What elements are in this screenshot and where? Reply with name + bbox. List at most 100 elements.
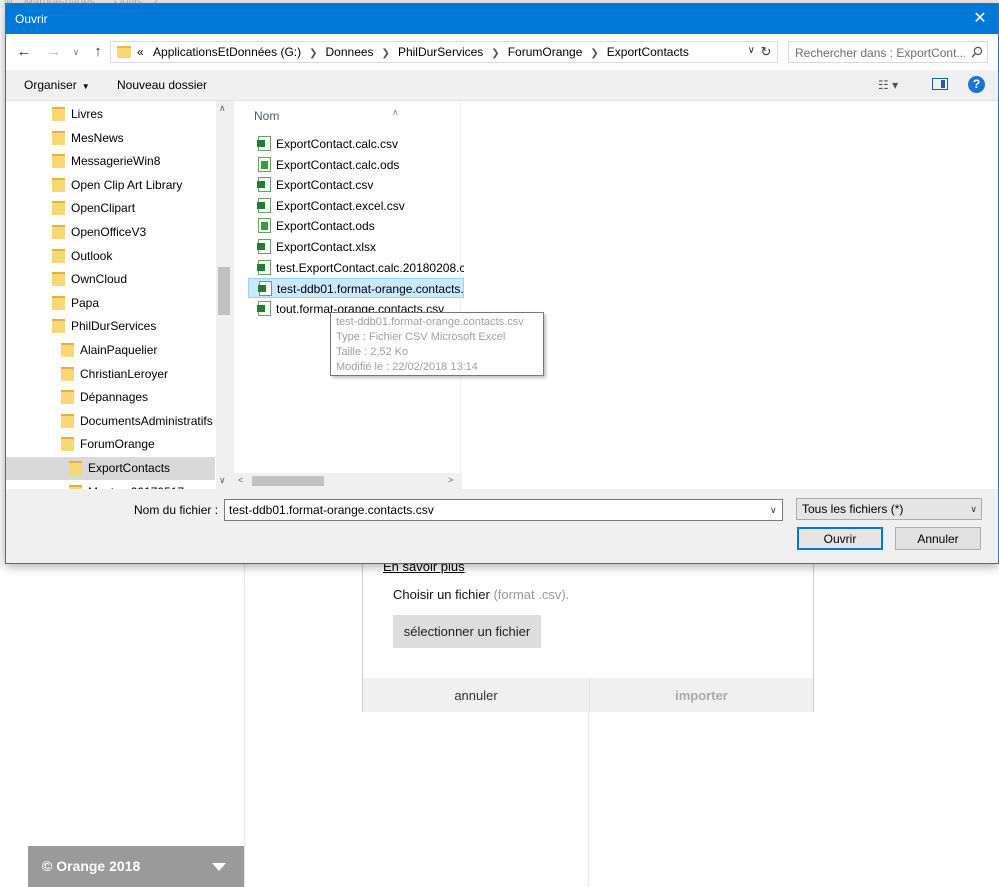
file-row[interactable]: ExportContact.calc.csv bbox=[248, 134, 464, 154]
dialog-titlebar[interactable]: Ouvrir ✕ bbox=[6, 4, 998, 34]
select-file-button[interactable]: sélectionner un fichier bbox=[393, 615, 541, 648]
chevron-down-icon[interactable] bbox=[212, 863, 226, 871]
choose-file-text: Choisir un fichier (format .csv). bbox=[393, 587, 569, 602]
search-input[interactable]: Rechercher dans : ExportCont... bbox=[795, 46, 965, 60]
tree-item[interactable]: Dépannages bbox=[6, 386, 215, 409]
breadcrumb-overflow[interactable]: « bbox=[137, 45, 144, 59]
vertical-scrollbar[interactable]: ∧ ∨ bbox=[216, 101, 232, 489]
new-folder-button[interactable]: Nouveau dossier bbox=[117, 78, 207, 92]
preview-pane-icon[interactable] bbox=[932, 78, 948, 90]
tree-item-label: MesNews bbox=[71, 130, 124, 145]
view-options-icon[interactable]: ☷ ▾ bbox=[878, 78, 898, 92]
tree-item[interactable]: Livres bbox=[6, 103, 215, 126]
open-button[interactable]: Ouvrir bbox=[797, 527, 883, 550]
page-divider bbox=[244, 560, 245, 887]
file-row[interactable]: test.ExportContact.calc.20180208.csv bbox=[248, 258, 464, 278]
chevron-down-icon[interactable]: ∨ bbox=[66, 42, 86, 62]
scrollbar-thumb[interactable] bbox=[252, 476, 324, 486]
tree-item[interactable]: OwnCloud bbox=[6, 268, 215, 291]
forward-arrow-icon[interactable]: → bbox=[44, 42, 64, 62]
breadcrumb-item[interactable]: PhilDurServices bbox=[398, 45, 483, 59]
scrollbar-thumb[interactable] bbox=[218, 267, 230, 315]
refresh-icon[interactable]: ↻ bbox=[757, 44, 775, 60]
filetype-select[interactable]: Tous les fichiers (*) ∨ bbox=[796, 498, 982, 520]
search-icon[interactable] bbox=[971, 46, 983, 58]
chevron-down-icon[interactable]: ∨ bbox=[970, 499, 977, 519]
column-header-name[interactable]: Nom ∧ bbox=[254, 107, 399, 123]
tree-item[interactable]: ExportContacts bbox=[6, 457, 215, 480]
excel-file-icon bbox=[257, 259, 271, 275]
tree-item[interactable]: Outlook bbox=[6, 245, 215, 268]
chevron-right-icon[interactable]: ❯ bbox=[309, 48, 317, 59]
chevron-right-icon[interactable]: ❯ bbox=[382, 48, 390, 59]
import-modal: En savoir plus Choisir un fichier (forma… bbox=[362, 548, 814, 712]
tree-item[interactable]: ChristianLeroyer bbox=[6, 363, 215, 386]
breadcrumb-item[interactable]: ApplicationsEtDonnées (G:) bbox=[153, 45, 301, 59]
file-row[interactable]: ExportContact.excel.csv bbox=[248, 196, 464, 216]
folder-icon bbox=[69, 484, 82, 489]
filename-label: Nom du fichier : bbox=[134, 503, 219, 517]
breadcrumb: « ApplicationsEtDonnées (G:) ❯ Donnees ❯ Phi… bbox=[137, 45, 689, 59]
tree-item[interactable]: OpenOfficeV3 bbox=[6, 221, 215, 244]
excel-file-icon bbox=[257, 300, 271, 316]
tree-item[interactable]: DocumentsAdministratifs bbox=[6, 410, 215, 433]
address-bar[interactable]: « ApplicationsEtDonnées (G:) ❯ Donnees ❯ Phi… bbox=[110, 41, 778, 63]
scroll-right-icon[interactable]: > bbox=[448, 475, 453, 485]
modal-cancel-button[interactable]: annuler bbox=[363, 678, 589, 712]
chevron-down-icon[interactable]: ∨ bbox=[748, 45, 755, 56]
up-arrow-icon[interactable]: ↑ bbox=[88, 42, 108, 62]
tree-item[interactable]: Papa bbox=[6, 292, 215, 315]
file-row[interactable]: test-ddb01.format-orange.contacts.csv bbox=[248, 278, 464, 299]
tree-item[interactable]: Mastup 20170517 bbox=[6, 481, 215, 489]
close-icon[interactable]: ✕ bbox=[962, 4, 998, 34]
organize-label: Organiser bbox=[24, 78, 77, 92]
excel-file-icon bbox=[257, 136, 271, 151]
search-box[interactable]: Rechercher dans : ExportCont... bbox=[788, 41, 988, 63]
tree-item[interactable]: OpenClipart bbox=[6, 197, 215, 220]
excel-file-icon bbox=[257, 177, 271, 193]
tree-item[interactable]: Open Clip Art Library bbox=[6, 174, 215, 197]
page-footer[interactable]: © Orange 2018 bbox=[28, 846, 244, 887]
folder-icon bbox=[52, 130, 65, 145]
command-toolbar: Organiser ▼ Nouveau dossier ☷ ▾ ? bbox=[6, 70, 998, 101]
tree-item[interactable]: MesNews bbox=[6, 127, 215, 150]
organize-button[interactable]: Organiser ▼ bbox=[24, 78, 90, 92]
column-header-label: Nom bbox=[254, 109, 280, 123]
chevron-down-icon[interactable]: ∨ bbox=[770, 505, 777, 516]
breadcrumb-item[interactable]: Donnees bbox=[326, 45, 374, 59]
breadcrumb-item[interactable]: ExportContacts bbox=[607, 45, 689, 59]
modal-import-button[interactable]: importer bbox=[589, 678, 813, 712]
tree-item-label: Livres bbox=[71, 107, 104, 121]
breadcrumb-item[interactable]: ForumOrange bbox=[508, 45, 583, 59]
help-icon[interactable]: ? bbox=[968, 76, 985, 93]
scroll-down-icon[interactable]: ∨ bbox=[219, 475, 226, 486]
horizontal-scrollbar[interactable]: < > bbox=[234, 473, 462, 489]
tree-item-label: Papa bbox=[71, 295, 100, 310]
spreadsheet-ods-icon bbox=[258, 218, 271, 234]
tree-item[interactable]: AlainPaquelier bbox=[6, 339, 215, 362]
chevron-right-icon[interactable]: ❯ bbox=[491, 48, 499, 59]
scroll-left-icon[interactable]: < bbox=[238, 475, 243, 485]
folder-icon bbox=[61, 343, 74, 357]
file-row[interactable]: ExportContact.ods bbox=[248, 216, 464, 236]
filename-field[interactable] bbox=[224, 499, 783, 521]
folder-icon bbox=[52, 225, 65, 239]
file-row[interactable]: ExportContact.csv bbox=[248, 175, 464, 195]
tree-item-label: MessagerieWin8 bbox=[71, 154, 161, 169]
choose-file-label: Choisir un fichier bbox=[393, 587, 490, 602]
file-row[interactable]: ExportContact.calc.ods bbox=[248, 155, 464, 175]
navigation-pane: Livres MesNews MessagerieWin8 Open Clip Art… bbox=[6, 101, 232, 489]
tree-item[interactable]: PhilDurServices bbox=[6, 315, 215, 338]
scroll-up-icon[interactable]: ∧ bbox=[219, 103, 226, 114]
back-arrow-icon[interactable]: ← bbox=[14, 42, 34, 62]
file-row[interactable]: ExportContact.xlsx bbox=[248, 237, 464, 257]
tree-item-label: ForumOrange bbox=[80, 437, 155, 452]
open-file-dialog: Ouvrir ✕ ← → ∨ ↑ « ApplicationsEtDonnées… bbox=[5, 3, 999, 564]
tree-item[interactable]: ForumOrange bbox=[6, 433, 215, 456]
chevron-right-icon[interactable]: ❯ bbox=[590, 48, 598, 59]
file-name: test-ddb01.format-orange.contacts.csv bbox=[277, 282, 464, 297]
folder-icon bbox=[69, 461, 82, 475]
tree-item[interactable]: MessagerieWin8 bbox=[6, 150, 215, 173]
folder-icon bbox=[52, 319, 65, 334]
cancel-button[interactable]: Annuler bbox=[895, 527, 981, 550]
